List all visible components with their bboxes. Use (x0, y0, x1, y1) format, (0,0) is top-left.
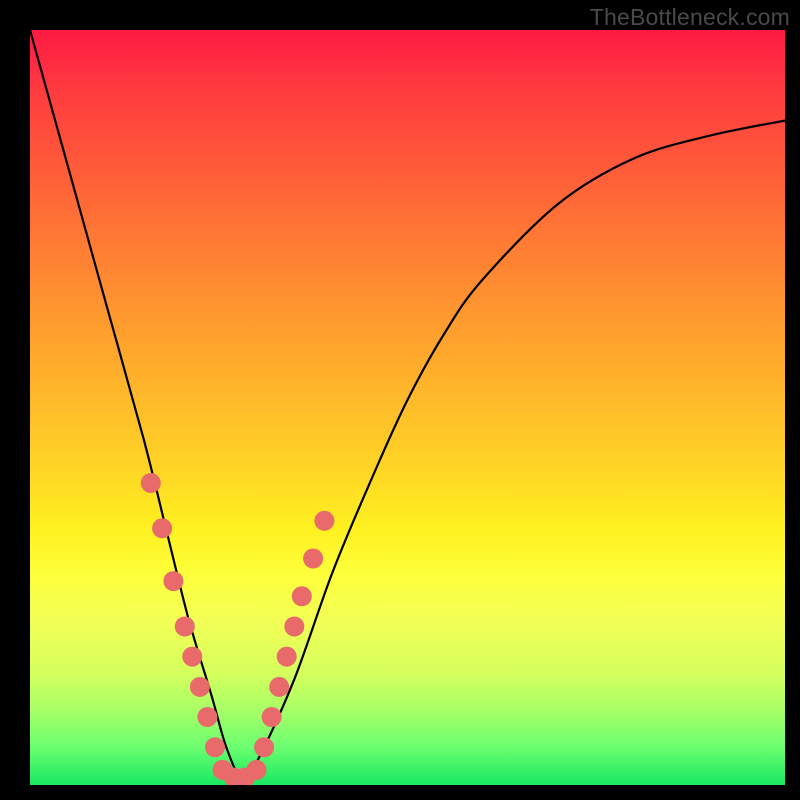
marker-dot (284, 617, 304, 637)
marker-dot (190, 677, 210, 697)
marker-dot (141, 473, 161, 493)
chart-frame: TheBottleneck.com (0, 0, 800, 800)
watermark-text: TheBottleneck.com (590, 4, 790, 31)
marker-dot (197, 707, 217, 727)
marker-dot (247, 760, 267, 780)
highlight-dots (141, 473, 335, 785)
marker-dot (175, 617, 195, 637)
marker-dot (303, 549, 323, 569)
marker-dot (292, 586, 312, 606)
marker-dot (205, 737, 225, 757)
marker-dot (314, 511, 334, 531)
curve-svg (30, 30, 785, 785)
marker-dot (163, 571, 183, 591)
marker-dot (262, 707, 282, 727)
marker-dot (182, 647, 202, 667)
marker-dot (269, 677, 289, 697)
bottleneck-curve (30, 30, 785, 778)
marker-dot (277, 647, 297, 667)
marker-dot (152, 518, 172, 538)
plot-area (30, 30, 785, 785)
marker-dot (254, 737, 274, 757)
